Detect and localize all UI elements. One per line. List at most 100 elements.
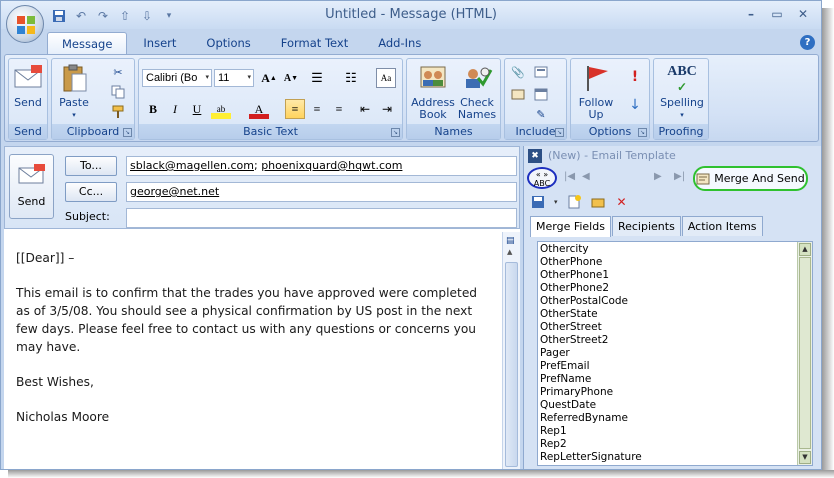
next-record-icon[interactable]: ▶ (654, 171, 662, 182)
decrease-indent-icon[interactable]: ⇤ (355, 99, 375, 119)
follow-up-button[interactable]: Follow Up ▾ (574, 62, 618, 133)
scroll-down-icon[interactable]: ▼ (799, 451, 811, 464)
check-names-button[interactable]: Check Names (455, 62, 499, 121)
ruler-toggle-icon[interactable]: ▤ (506, 236, 515, 246)
tab-add-ins[interactable]: Add-Ins (364, 32, 435, 54)
merge-field-item[interactable]: PrimaryPhone (540, 386, 812, 399)
help-icon[interactable]: ? (800, 35, 815, 50)
increase-indent-icon[interactable]: ⇥ (377, 99, 397, 119)
merge-field-item[interactable]: OtherStreet2 (540, 334, 812, 347)
include-launcher-icon[interactable]: ↘ (555, 128, 564, 137)
to-recipient-2[interactable]: phoenixquard@hqwt.com (261, 159, 402, 172)
high-importance-icon[interactable]: ! (627, 69, 643, 85)
grow-font-icon[interactable]: A ▲ (259, 68, 279, 88)
cc-button[interactable]: Cc... (65, 182, 117, 202)
signature-icon[interactable]: ✎ (533, 106, 549, 122)
merge-and-send-button[interactable]: Merge And Send (693, 166, 808, 191)
clipboard-launcher-icon[interactable]: ↘ (123, 128, 132, 137)
group-send: Send Send (8, 58, 48, 140)
font-name-combo[interactable]: Calibri (Bo ▾ (142, 69, 212, 87)
format-painter-icon[interactable] (110, 104, 126, 120)
merge-field-item[interactable]: OtherPostalCode (540, 295, 812, 308)
merge-field-item[interactable]: ReferredByname (540, 412, 812, 425)
clear-formatting-icon[interactable]: Aa (376, 68, 396, 88)
basic-text-launcher-icon[interactable]: ↘ (391, 128, 400, 137)
italic-icon[interactable]: I (165, 99, 185, 119)
tab-recipients[interactable]: Recipients (611, 216, 681, 236)
paste-button[interactable]: Paste ▾ (56, 62, 92, 121)
previous-record-icon[interactable]: ◀ (582, 171, 590, 182)
ribbon-send-button[interactable]: Send (11, 62, 45, 109)
tab-options[interactable]: Options (192, 32, 264, 54)
office-button[interactable] (6, 5, 44, 43)
attach-file-paperclip-icon[interactable]: 📎 (510, 64, 526, 80)
underline-icon[interactable]: U (187, 99, 207, 119)
address-book-button[interactable]: Address Book (410, 62, 456, 121)
save-dropdown-icon[interactable]: ▾ (554, 198, 558, 206)
to-recipient-1[interactable]: sblack@magellen.com (130, 159, 254, 172)
body-scrollbar[interactable]: ▤ ▲ (502, 232, 520, 469)
bullets-icon[interactable]: ☰ (307, 68, 327, 88)
low-importance-icon[interactable]: ↓ (627, 97, 643, 113)
copy-icon[interactable] (110, 84, 126, 100)
scroll-up-icon[interactable]: ▲ (507, 248, 512, 256)
message-body[interactable]: [[Dear]] – This email is to confirm that… (4, 232, 502, 469)
calendar-icon[interactable] (533, 86, 549, 102)
align-center-icon[interactable]: ≡ (307, 99, 327, 119)
merge-field-item[interactable]: PrefName (540, 373, 812, 386)
spelling-button[interactable]: ABC ✓ Spelling ▾ (658, 62, 706, 121)
last-record-icon[interactable]: ▶| (674, 171, 685, 182)
options-launcher-icon[interactable]: ↘ (638, 128, 647, 137)
first-record-icon[interactable]: |◀ (564, 171, 575, 182)
save-template-icon[interactable] (530, 194, 546, 210)
tab-action-items[interactable]: Action Items (681, 216, 763, 236)
maximize-icon[interactable]: ▭ (765, 5, 789, 23)
merge-field-item[interactable]: Rep1 (540, 425, 812, 438)
merge-field-item[interactable]: QuestDate (540, 399, 812, 412)
cc-recipient[interactable]: george@net.net (130, 185, 219, 198)
scroll-thumb[interactable] (505, 262, 518, 467)
toggle-merge-fields-button[interactable]: « » ABC (527, 167, 557, 189)
merge-field-item[interactable]: OtherPhone (540, 256, 812, 269)
merge-field-item[interactable]: OtherState (540, 308, 812, 321)
align-right-icon[interactable]: ≡ (329, 99, 349, 119)
align-left-icon[interactable]: ≡ (285, 99, 305, 119)
attach-item-icon[interactable] (533, 64, 549, 80)
font-color-icon[interactable]: A (249, 99, 269, 119)
scroll-up-icon[interactable]: ▲ (799, 243, 811, 256)
merge-field-item[interactable]: OtherStreet (540, 321, 812, 334)
merge-field-item[interactable]: RepLetterSignature (540, 451, 812, 464)
open-folder-icon[interactable] (590, 194, 606, 210)
subject-field[interactable] (126, 208, 517, 228)
close-icon[interactable]: ✕ (791, 5, 815, 23)
merge-fields-list[interactable]: Othercity OtherPhone OtherPhone1 OtherPhone… (537, 241, 813, 466)
new-template-icon[interactable] (566, 194, 582, 210)
tab-insert[interactable]: Insert (129, 32, 190, 54)
fields-scrollbar[interactable]: ▲ ▼ (797, 242, 812, 465)
send-button[interactable]: Send (9, 154, 54, 219)
spelling-abc-icon: ABC ✓ (667, 64, 697, 94)
merge-field-item[interactable]: OtherPhone2 (540, 282, 812, 295)
to-field[interactable]: sblack@magellen.com; phoenixquard@hqwt.c… (126, 156, 517, 176)
merge-field-item[interactable]: Othercity (540, 243, 812, 256)
merge-field-item[interactable]: Pager (540, 347, 812, 360)
business-card-icon[interactable] (510, 86, 526, 102)
fields-scroll-thumb[interactable] (799, 257, 811, 449)
cut-scissors-icon[interactable]: ✂ (110, 64, 126, 80)
pane-pin-icon[interactable]: ✖ (528, 149, 542, 163)
delete-icon[interactable]: ✕ (614, 194, 630, 210)
merge-field-item[interactable]: OtherPhone1 (540, 269, 812, 282)
merge-field-item[interactable]: Rep2 (540, 438, 812, 451)
minimize-icon[interactable]: – (739, 5, 763, 23)
numbering-icon[interactable]: ☷ (341, 68, 361, 88)
shrink-font-icon[interactable]: A ▼ (281, 68, 301, 88)
tab-merge-fields[interactable]: Merge Fields (530, 216, 611, 237)
to-button[interactable]: To... (65, 156, 117, 176)
highlight-icon[interactable]: ab (211, 99, 231, 119)
merge-field-item[interactable]: PrefEmail (540, 360, 812, 373)
tab-message[interactable]: Message (47, 32, 128, 54)
cc-field[interactable]: george@net.net (126, 182, 517, 202)
bold-icon[interactable]: B (143, 99, 163, 119)
font-size-combo[interactable]: 11 ▾ (214, 69, 254, 87)
tab-format-text[interactable]: Format Text (267, 32, 362, 54)
